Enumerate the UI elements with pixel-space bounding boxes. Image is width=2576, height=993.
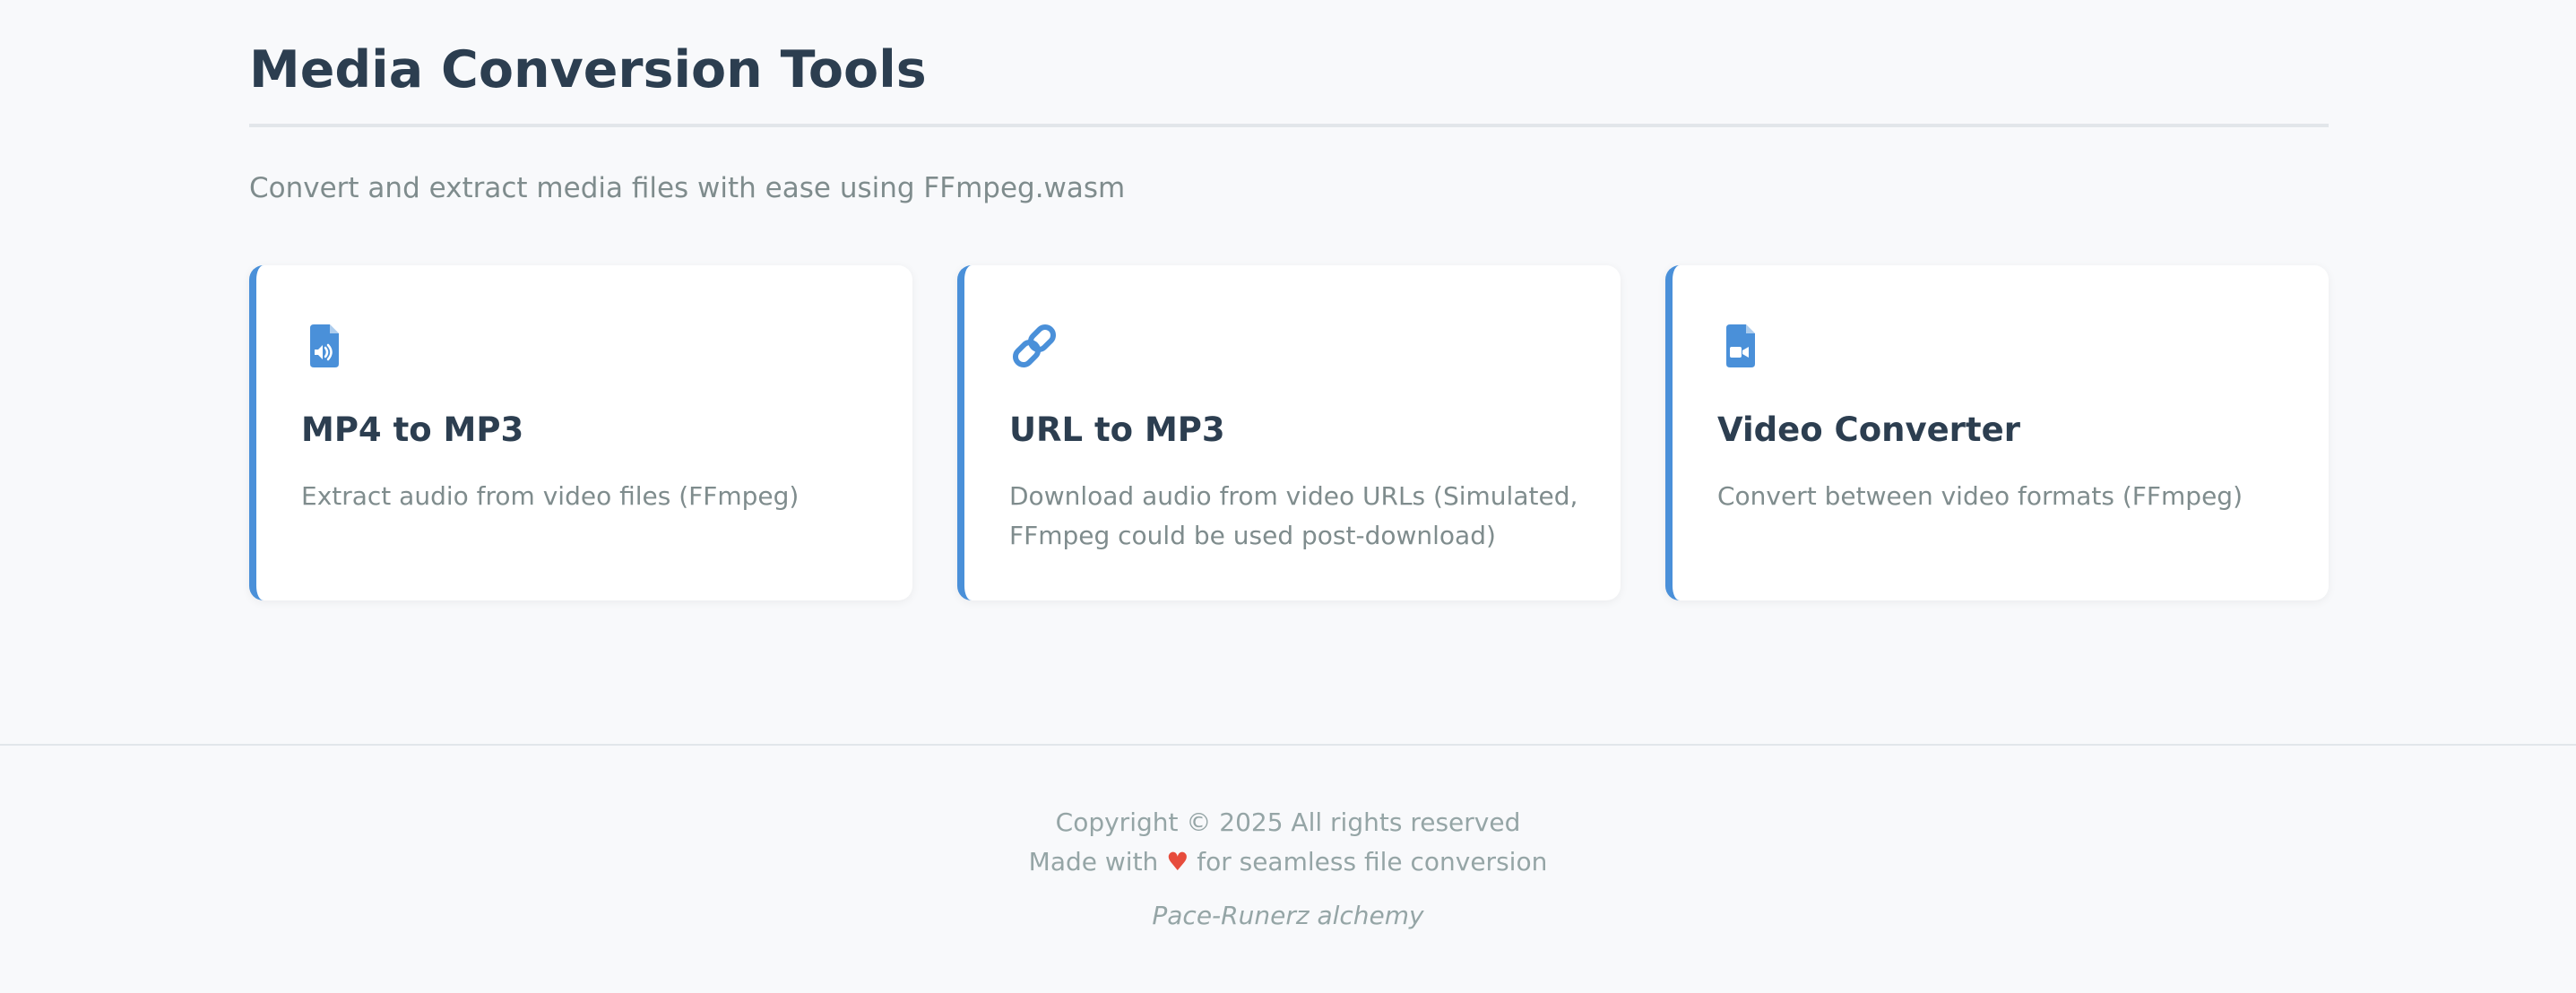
main-content: Media Conversion Tools Convert and extra… — [249, 0, 2329, 600]
file-audio-icon — [310, 324, 339, 367]
file-video-icon — [1726, 324, 1755, 367]
card-description: Convert between video formats (FFmpeg) — [1717, 481, 2243, 511]
page-subtitle: Convert and extract media files with eas… — [249, 172, 1126, 204]
tool-cards: MP4 to MP3 Extract audio from video file… — [249, 265, 2329, 600]
copyright-text: Copyright © 2025 All rights reserved — [1055, 807, 1521, 837]
card-mp4-to-mp3[interactable]: MP4 to MP3 Extract audio from video file… — [249, 265, 912, 600]
card-title: MP4 to MP3 — [301, 410, 524, 449]
card-description: Extract audio from video files (FFmpeg) — [301, 481, 800, 511]
made-with-prefix: Made with — [1028, 847, 1159, 876]
heart-icon: ♥ — [1166, 847, 1189, 876]
card-video-converter[interactable]: Video Converter Convert between video fo… — [1665, 265, 2329, 600]
link-icon — [1012, 324, 1057, 368]
made-with-text: Made with ♥ for seamless file conversion — [0, 842, 2576, 882]
made-with-suffix: for seamless file conversion — [1197, 847, 1548, 876]
card-title: URL to MP3 — [1009, 410, 1225, 449]
card-description: Download audio from video URLs (Simulate… — [1009, 481, 1578, 550]
card-title: Video Converter — [1717, 410, 2020, 449]
footer-tagline: Pace-Runerz alchemy — [1152, 901, 1424, 930]
card-url-to-mp3[interactable]: URL to MP3 Download audio from video URL… — [957, 265, 1621, 600]
footer: Copyright © 2025 All rights reserved Mad… — [0, 744, 2576, 993]
title-divider — [249, 124, 2329, 127]
page-title: Media Conversion Tools — [249, 40, 927, 99]
